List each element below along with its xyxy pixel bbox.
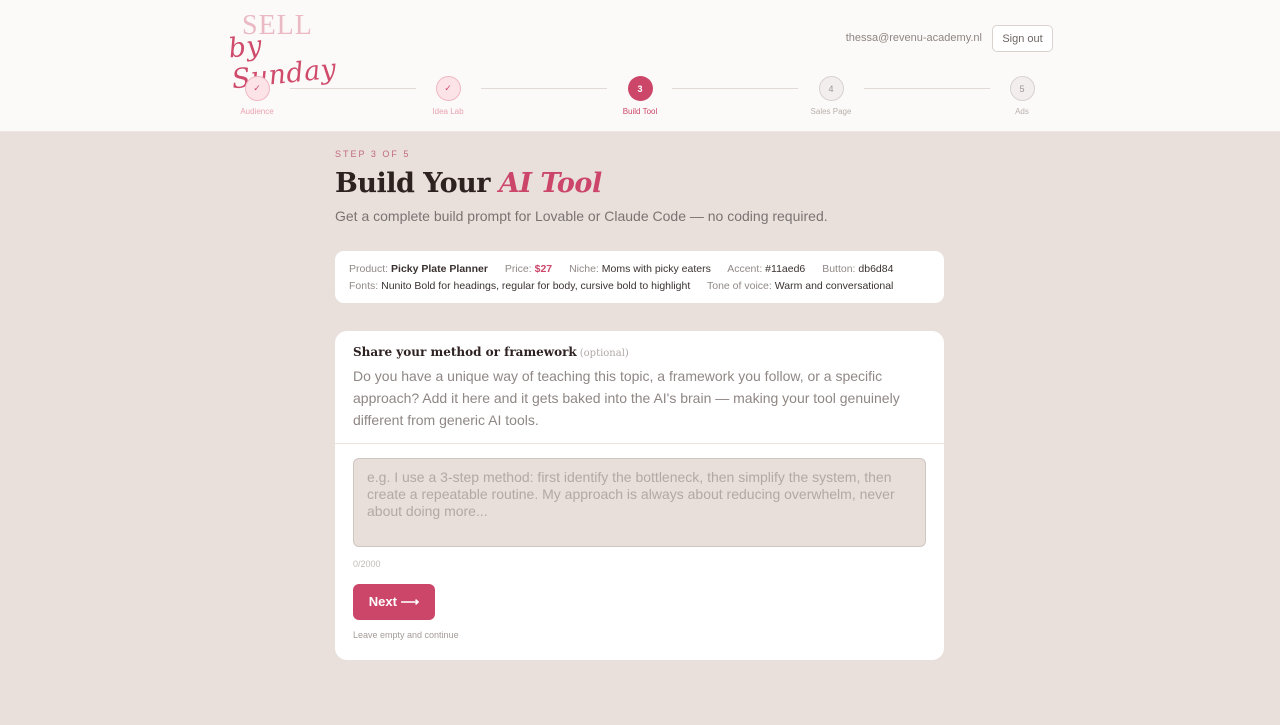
check-icon: ✓ (244, 76, 270, 101)
method-title: Share your method or framework (optional) (353, 345, 629, 359)
page-title: Build Your AI Tool (335, 168, 602, 199)
brand-logo[interactable]: SELL by Sunday (227, 10, 338, 95)
title-accent: AI Tool (498, 168, 602, 199)
step-build-tool[interactable]: 3 Build Tool (600, 76, 680, 116)
user-email: thessa@revenu-academy.nl (845, 32, 982, 44)
step-label: Idea Lab (432, 107, 464, 116)
step-number: 5 (1009, 76, 1035, 101)
summary-tone: Tone of voice: Warm and conversational (707, 280, 894, 292)
method-card-header: Share your method or framework (optional)… (335, 331, 944, 444)
step-number: 4 (818, 76, 844, 101)
method-description: Do you have a unique way of teaching thi… (353, 368, 900, 428)
summary-accent: Accent: #11aed6 (727, 263, 806, 275)
step-label: Ads (1015, 107, 1029, 116)
optional-tag: (optional) (579, 348, 629, 359)
step-connector (290, 88, 416, 89)
summary-price: Price: $27 (504, 263, 553, 275)
step-connector (481, 88, 607, 89)
step-connector (672, 88, 798, 89)
step-audience[interactable]: ✓ Audience (217, 76, 297, 116)
char-counter: 0/2000 (353, 559, 381, 569)
step-connector (864, 88, 990, 89)
page-subtitle: Get a complete build prompt for Lovable … (335, 208, 828, 224)
step-number: 3 (627, 76, 653, 101)
step-sales-page: 4 Sales Page (791, 76, 871, 116)
next-button[interactable]: Next ⟶ (353, 584, 435, 620)
summary-product: Product: Picky Plate Planner (349, 263, 488, 275)
product-summary: Product: Picky Plate Planner Price: $27 … (335, 251, 944, 303)
step-idea-lab[interactable]: ✓ Idea Lab (408, 76, 488, 116)
summary-button: Button: db6d84 (822, 263, 894, 275)
summary-row: Fonts: Nunito Bold for headings, regular… (349, 278, 930, 295)
skip-hint: Leave empty and continue (353, 630, 459, 640)
summary-niche: Niche: Moms with picky eaters (569, 263, 711, 275)
step-label: Build Tool (622, 107, 658, 116)
step-ads: 5 Ads (982, 76, 1062, 116)
step-label: Sales Page (810, 107, 852, 116)
method-card: Share your method or framework (optional)… (335, 331, 944, 660)
summary-row: Product: Picky Plate Planner Price: $27 … (349, 261, 930, 278)
check-icon: ✓ (435, 76, 461, 101)
step-label: Audience (240, 107, 274, 116)
sign-out-button[interactable]: Sign out (992, 25, 1053, 52)
title-main: Build Your (335, 168, 491, 199)
method-textarea[interactable] (353, 458, 926, 547)
step-eyebrow: STEP 3 OF 5 (335, 149, 411, 159)
top-header: SELL by Sunday thessa@revenu-academy.nl … (0, 0, 1280, 132)
summary-fonts: Fonts: Nunito Bold for headings, regular… (349, 280, 691, 292)
progress-stepper: ✓ Audience ✓ Idea Lab 3 Build Tool 4 Sal… (0, 76, 1280, 120)
